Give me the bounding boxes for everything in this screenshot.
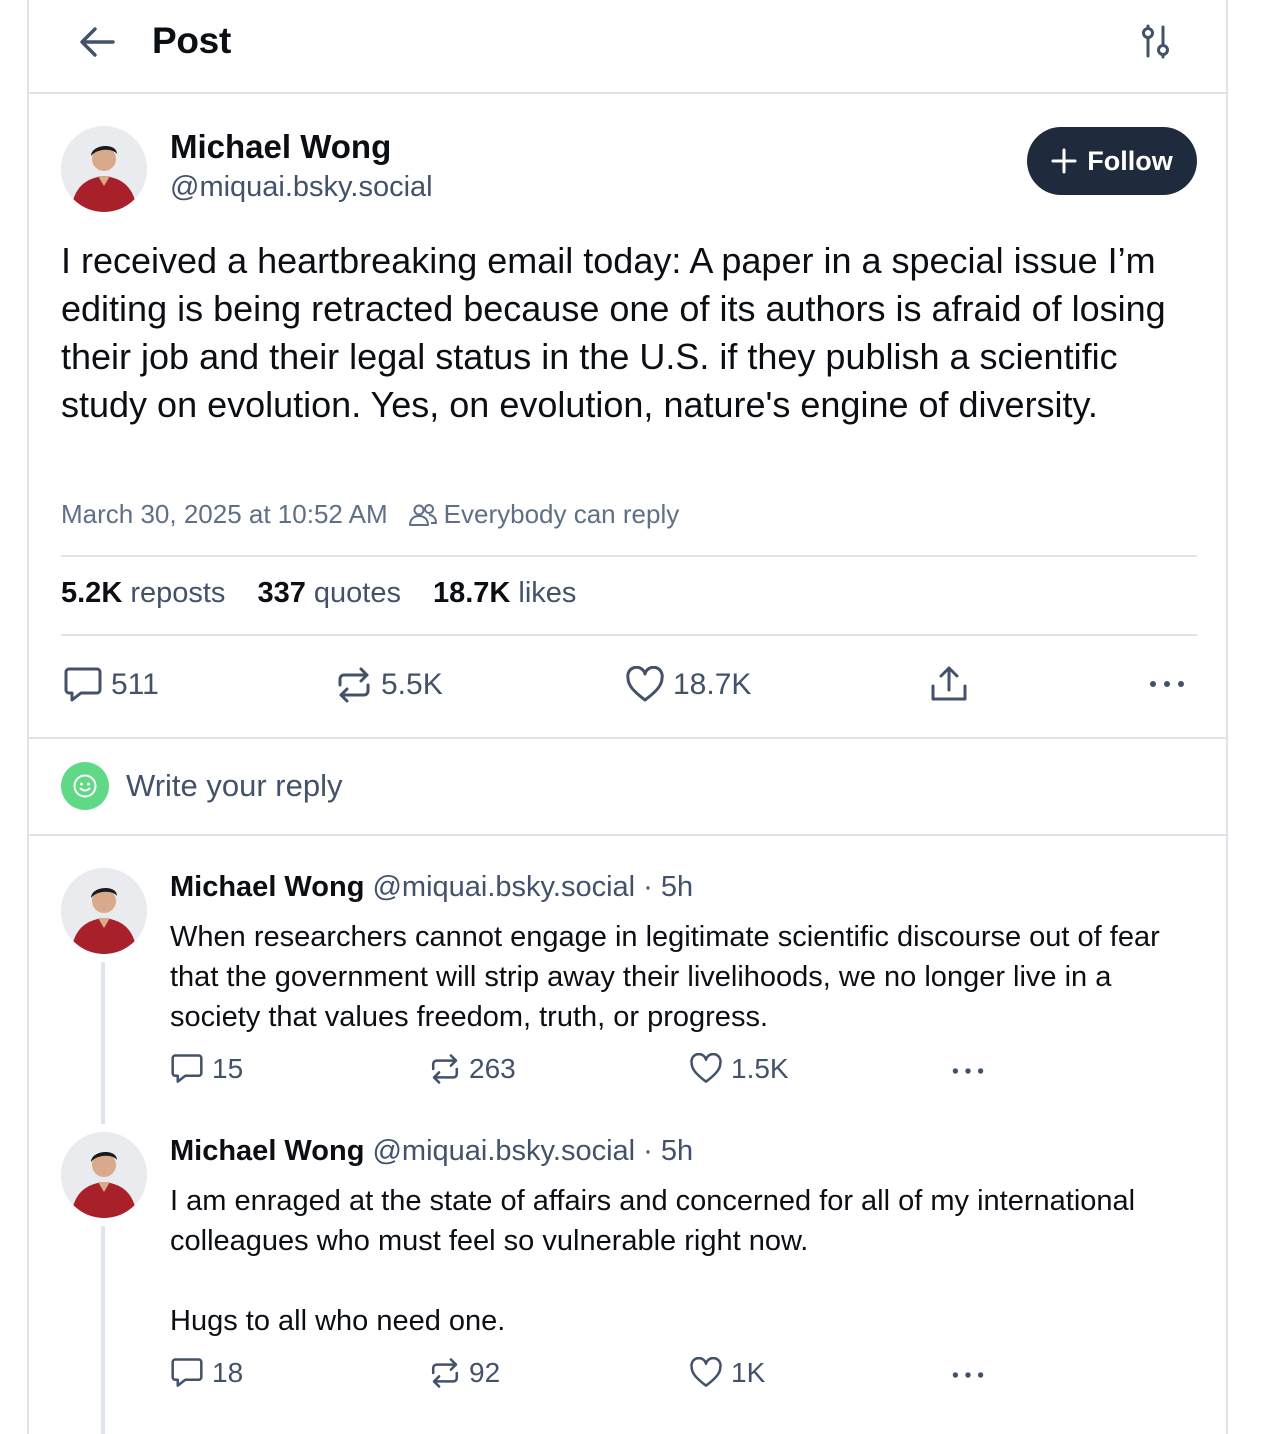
reply-button[interactable]: 18	[170, 1357, 243, 1389]
heart-icon	[626, 666, 664, 702]
reply-count: 18	[212, 1357, 244, 1388]
speech-bubble-icon	[64, 667, 102, 702]
likes-count: 18.7K	[432, 577, 511, 609]
more-options-button[interactable]	[949, 1062, 987, 1080]
more-options-button[interactable]	[949, 1366, 987, 1384]
repost-count: 92	[469, 1357, 501, 1388]
plus-icon	[1051, 148, 1077, 174]
author-name[interactable]: Michael Wong	[170, 128, 391, 166]
ellipsis-icon	[1150, 681, 1184, 687]
reposts-count: 5.2K	[61, 577, 123, 609]
thread-connector	[101, 1226, 105, 1434]
reply-input-placeholder: Write your reply	[126, 768, 343, 803]
follow-button[interactable]: Follow	[1027, 127, 1197, 195]
section-divider	[29, 834, 1226, 836]
like-count: 18.7K	[673, 668, 752, 701]
reply-author-handle[interactable]: @miquai.bsky.social	[372, 871, 635, 903]
divider	[61, 634, 1197, 636]
post-text: I received a heartbreaking email today: …	[61, 240, 1166, 425]
reposts-label: reposts	[130, 577, 226, 609]
post-stats: 5.2K reposts 337 quotes 18.7K likes	[61, 577, 576, 610]
reply-header: Michael Wong @miquai.bsky.social · 5h	[170, 1135, 693, 1168]
speech-bubble-icon	[171, 1358, 203, 1387]
people-icon	[408, 503, 437, 526]
reply-button[interactable]: 15	[170, 1053, 243, 1085]
reply-author-avatar[interactable]	[61, 1132, 147, 1218]
likes-stat[interactable]: 18.7K likes	[433, 577, 576, 610]
share-button[interactable]	[929, 664, 969, 704]
author-avatar[interactable]	[61, 126, 147, 212]
heart-icon	[690, 1053, 722, 1083]
reply-time: · 5h	[643, 1135, 694, 1167]
repost-count: 5.5K	[381, 668, 443, 701]
reply-count: 15	[212, 1053, 244, 1084]
avatar-photo	[61, 126, 147, 212]
sliders-icon	[1142, 24, 1169, 59]
author-handle[interactable]: @miquai.bsky.social	[170, 171, 433, 204]
repost-count: 263	[469, 1053, 516, 1084]
like-button[interactable]: 1K	[689, 1357, 765, 1389]
like-count: 1.5K	[731, 1053, 789, 1084]
quotes-label: quotes	[313, 577, 401, 609]
reply-author-avatar[interactable]	[61, 868, 147, 954]
reply-author-handle[interactable]: @miquai.bsky.social	[372, 1135, 635, 1167]
reply-text-paragraph-1: I am enraged at the state of affairs and…	[170, 1185, 1136, 1257]
reply-author-name[interactable]: Michael Wong	[170, 1135, 364, 1167]
page-title: Post	[152, 20, 231, 61]
back-button[interactable]	[77, 22, 117, 62]
reply-text: When researchers cannot engage in legiti…	[170, 921, 1160, 1033]
repost-button[interactable]: 5.5K	[335, 666, 443, 704]
share-icon	[931, 666, 967, 701]
reply-setting-label: Everybody can reply	[443, 499, 680, 529]
heart-icon	[690, 1357, 722, 1387]
repost-icon	[431, 1358, 459, 1388]
arrow-left-icon	[80, 27, 115, 57]
avatar-photo	[61, 868, 147, 954]
like-button[interactable]: 18.7K	[625, 666, 751, 704]
repost-icon	[338, 667, 370, 703]
post-meta: March 30, 2025 at 10:52 AM Everybody can…	[61, 499, 679, 530]
like-count: 1K	[731, 1357, 766, 1388]
reply-time: · 5h	[643, 871, 694, 903]
likes-label: likes	[518, 577, 577, 609]
follow-label: Follow	[1087, 145, 1173, 176]
composer-avatar	[61, 762, 109, 810]
reply-author-name[interactable]: Michael Wong	[170, 871, 364, 903]
top-bar: Post	[29, 0, 1226, 94]
reply-composer[interactable]: Write your reply	[61, 762, 343, 810]
smiley-icon	[73, 774, 97, 798]
more-options-button[interactable]	[1147, 674, 1187, 694]
quotes-count: 337	[257, 577, 306, 609]
quotes-stat[interactable]: 337 quotes	[257, 577, 401, 610]
repost-icon	[431, 1054, 459, 1084]
repost-button[interactable]: 92	[429, 1357, 500, 1389]
avatar-photo	[61, 1132, 147, 1218]
reply-count: 511	[111, 668, 159, 701]
ellipsis-icon	[952, 1068, 984, 1074]
reply-header: Michael Wong @miquai.bsky.social · 5h	[170, 871, 693, 904]
repost-button[interactable]: 263	[429, 1053, 516, 1085]
post-thread-panel: Post Michael Wong @miquai.bsky.social Fo…	[27, 0, 1228, 1434]
thread-connector	[101, 962, 105, 1124]
reply-button[interactable]: 511	[63, 666, 159, 704]
post-timestamp: March 30, 2025 at 10:52 AM	[61, 499, 388, 529]
reply-text-paragraph-2: Hugs to all who need one.	[170, 1305, 506, 1337]
thread-settings-button[interactable]	[1135, 22, 1175, 62]
like-button[interactable]: 1.5K	[689, 1053, 789, 1085]
speech-bubble-icon	[171, 1054, 203, 1083]
ellipsis-icon	[952, 1372, 984, 1378]
reply-setting[interactable]: Everybody can reply	[408, 499, 680, 530]
divider	[61, 555, 1197, 557]
reposts-stat[interactable]: 5.2K reposts	[61, 577, 225, 610]
section-divider	[29, 737, 1226, 739]
